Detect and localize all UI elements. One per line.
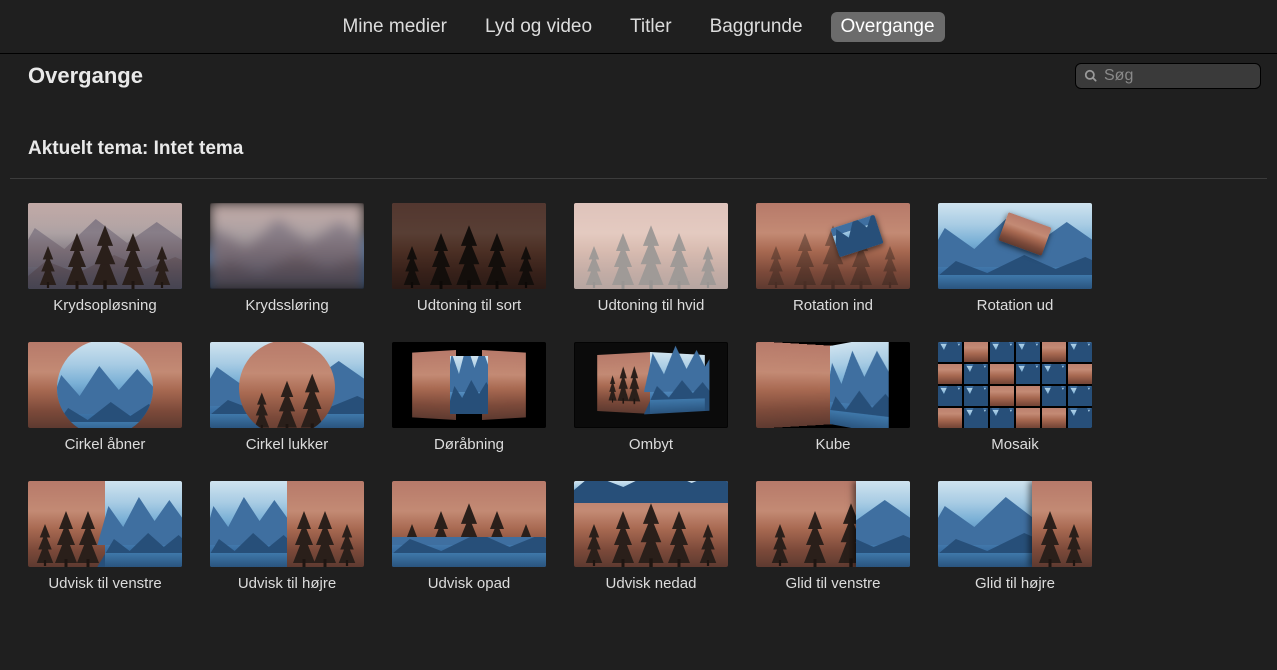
transition-item[interactable]: Udvisk til højre	[210, 481, 364, 592]
transition-item[interactable]: Døråbning	[392, 342, 546, 453]
current-theme-label: Aktuelt tema: Intet tema	[0, 98, 1277, 178]
transition-item[interactable]: Cirkel lukker	[210, 342, 364, 453]
transition-thumb	[938, 481, 1092, 567]
transition-thumb	[28, 203, 182, 289]
transition-label: Udvisk til højre	[210, 575, 364, 592]
transition-thumb	[210, 203, 364, 289]
transition-label: Udvisk til venstre	[28, 575, 182, 592]
transition-label: Udtoning til sort	[392, 297, 546, 314]
transition-label: Døråbning	[392, 436, 546, 453]
transition-item[interactable]: Udvisk opad	[392, 481, 546, 592]
transition-label: Rotation ind	[756, 297, 910, 314]
transition-item[interactable]: Glid til venstre	[756, 481, 910, 592]
tab-my-media[interactable]: Mine medier	[332, 12, 457, 42]
transition-label: Cirkel lukker	[210, 436, 364, 453]
transition-label: Udtoning til hvid	[574, 297, 728, 314]
transition-item[interactable]: Mosaik	[938, 342, 1092, 453]
transition-label: Cirkel åbner	[28, 436, 182, 453]
section-divider	[10, 178, 1267, 179]
transition-label: Udvisk opad	[392, 575, 546, 592]
transition-thumb	[756, 203, 910, 289]
tab-audio-video[interactable]: Lyd og video	[475, 12, 602, 42]
transition-thumb	[28, 481, 182, 567]
transition-label: Glid til højre	[938, 575, 1092, 592]
transitions-grid: Krydsopløsning Krydssløring Udtoning til…	[0, 203, 1277, 592]
transition-thumb	[392, 481, 546, 567]
transition-thumb	[574, 342, 728, 428]
transition-thumb	[392, 342, 546, 428]
search-icon	[1084, 69, 1098, 83]
transition-item[interactable]: Udvisk nedad	[574, 481, 728, 592]
transition-item[interactable]: Udtoning til hvid	[574, 203, 728, 314]
transition-item[interactable]: Udvisk til venstre	[28, 481, 182, 592]
search-input[interactable]	[1104, 67, 1252, 85]
transition-thumb	[210, 342, 364, 428]
tab-backgrounds[interactable]: Baggrunde	[700, 12, 813, 42]
transition-label: Mosaik	[938, 436, 1092, 453]
transition-thumb	[756, 481, 910, 567]
transition-label: Glid til venstre	[756, 575, 910, 592]
browser-subheader: Overgange	[0, 54, 1277, 98]
transition-thumb	[938, 203, 1092, 289]
transition-label: Krydssløring	[210, 297, 364, 314]
transition-item[interactable]: Rotation ud	[938, 203, 1092, 314]
transition-item[interactable]: Ombyt	[574, 342, 728, 453]
page-title: Overgange	[28, 63, 143, 89]
transition-thumb	[210, 481, 364, 567]
transition-thumb	[574, 203, 728, 289]
transition-label: Ombyt	[574, 436, 728, 453]
transition-label: Rotation ud	[938, 297, 1092, 314]
transition-item[interactable]: Cirkel åbner	[28, 342, 182, 453]
transition-label: Udvisk nedad	[574, 575, 728, 592]
transition-label: Krydsopløsning	[28, 297, 182, 314]
transition-item[interactable]: Krydsopløsning	[28, 203, 182, 314]
transition-item[interactable]: Krydssløring	[210, 203, 364, 314]
tab-transitions[interactable]: Overgange	[831, 12, 945, 42]
tab-titles[interactable]: Titler	[620, 12, 682, 42]
media-browser-tabs: Mine medier Lyd og video Titler Baggrund…	[0, 0, 1277, 54]
transition-item[interactable]: Kube	[756, 342, 910, 453]
transition-item[interactable]: Rotation ind	[756, 203, 910, 314]
transition-thumb	[756, 342, 910, 428]
search-field[interactable]	[1075, 63, 1261, 89]
transition-label: Kube	[756, 436, 910, 453]
transition-item[interactable]: Glid til højre	[938, 481, 1092, 592]
transition-item[interactable]: Udtoning til sort	[392, 203, 546, 314]
transition-thumb	[28, 342, 182, 428]
transition-thumb	[392, 203, 546, 289]
transition-thumb	[938, 342, 1092, 428]
transition-thumb	[574, 481, 728, 567]
